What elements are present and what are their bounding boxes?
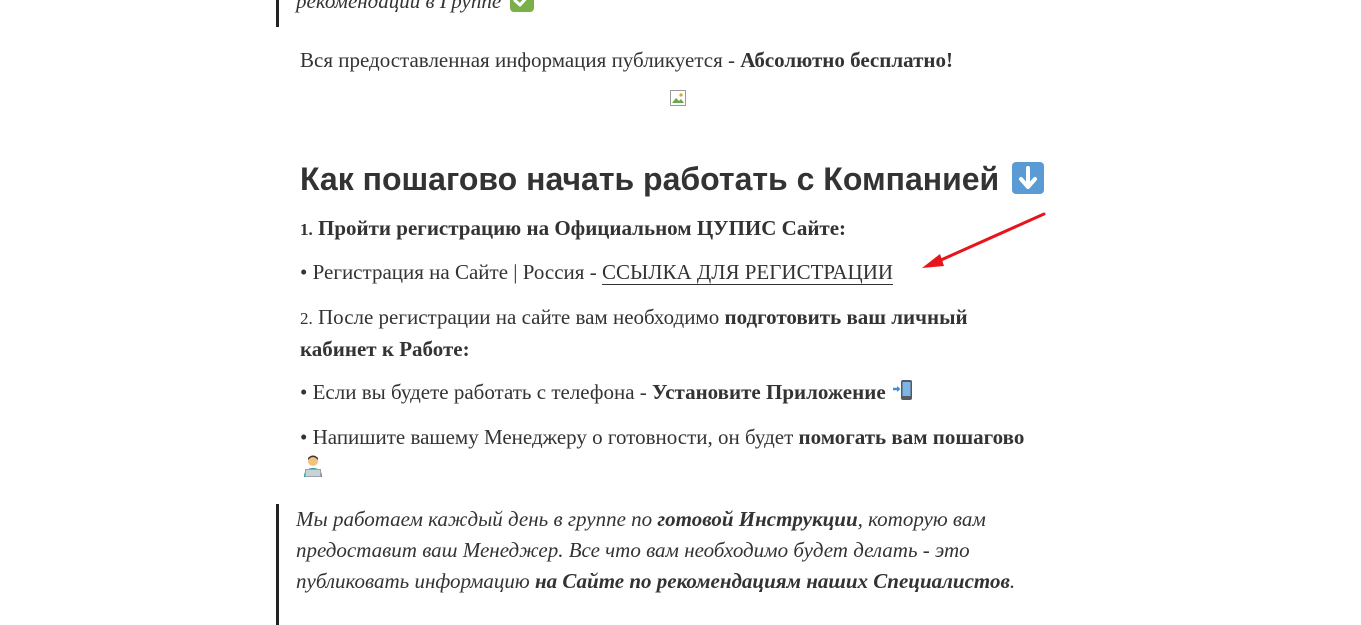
step-1-text: Пройти регистрацию на Официальном ЦУПИС … <box>318 216 847 240</box>
bullet-marker: • <box>300 425 308 449</box>
bullet-marker: • <box>300 260 308 284</box>
person-at-laptop-icon <box>300 454 326 487</box>
quote-bottom-text-3: . <box>1009 569 1016 593</box>
bullet-manager-bold: помогать вам пошагово <box>798 425 1025 449</box>
down-arrow-icon <box>1012 162 1045 194</box>
step-1-number: 1. <box>300 220 313 239</box>
quote-bottom-text-1: Мы работаем каждый день в группе по <box>296 507 658 531</box>
broken-image-icon <box>670 90 686 106</box>
mobile-phone-arrow-icon <box>891 378 915 411</box>
quote-bottom-bold-2: на Сайте по рекомендациям наших Специали… <box>534 569 1010 593</box>
free-info-bold: Абсолютно бесплатно <box>740 48 946 72</box>
page-heading: Как пошагово начать работать с Компанией <box>300 158 1045 200</box>
step-2-text: После регистрации на сайте вам необходим… <box>318 305 725 329</box>
registration-link[interactable]: ССЫЛКА ДЛЯ РЕГИСТРАЦИИ <box>601 260 894 285</box>
step-2: 2. После регистрации на сайте вам необхо… <box>300 302 1040 365</box>
bullet-registration-text: Регистрация на Сайте | Россия - <box>312 260 602 284</box>
free-info-paragraph: Вся предоставленная информация публикует… <box>300 45 1040 76</box>
bullet-marker: • <box>300 380 308 404</box>
bullet-manager: • Напишите вашему Менеджеру о готовности… <box>300 422 1040 487</box>
heading-text: Как пошагово начать работать с Компанией <box>300 161 1000 197</box>
bullet-manager-text: Напишите вашему Менеджеру о готовности, … <box>312 425 799 449</box>
red-pointer-arrow <box>922 212 1046 268</box>
free-info-text: Вся предоставленная информация публикует… <box>300 48 741 72</box>
bottom-blockquote: Мы работаем каждый день в группе по гото… <box>276 504 1066 625</box>
bullet-app-text: Если вы будете работать с телефона - <box>312 380 653 404</box>
check-mark-icon <box>510 0 535 12</box>
free-info-end: ! <box>946 48 953 72</box>
step-2-number: 2. <box>300 309 313 328</box>
quote-top-text: рекомендаций в Группе <box>296 0 502 13</box>
bullet-app-bold: Установите Приложение <box>652 380 886 404</box>
top-blockquote: рекомендаций в Группе <box>276 0 1066 27</box>
bullet-app: • Если вы будете работать с телефона - У… <box>300 377 1040 411</box>
quote-bottom-bold-1: готовой Инструкции <box>657 507 858 531</box>
